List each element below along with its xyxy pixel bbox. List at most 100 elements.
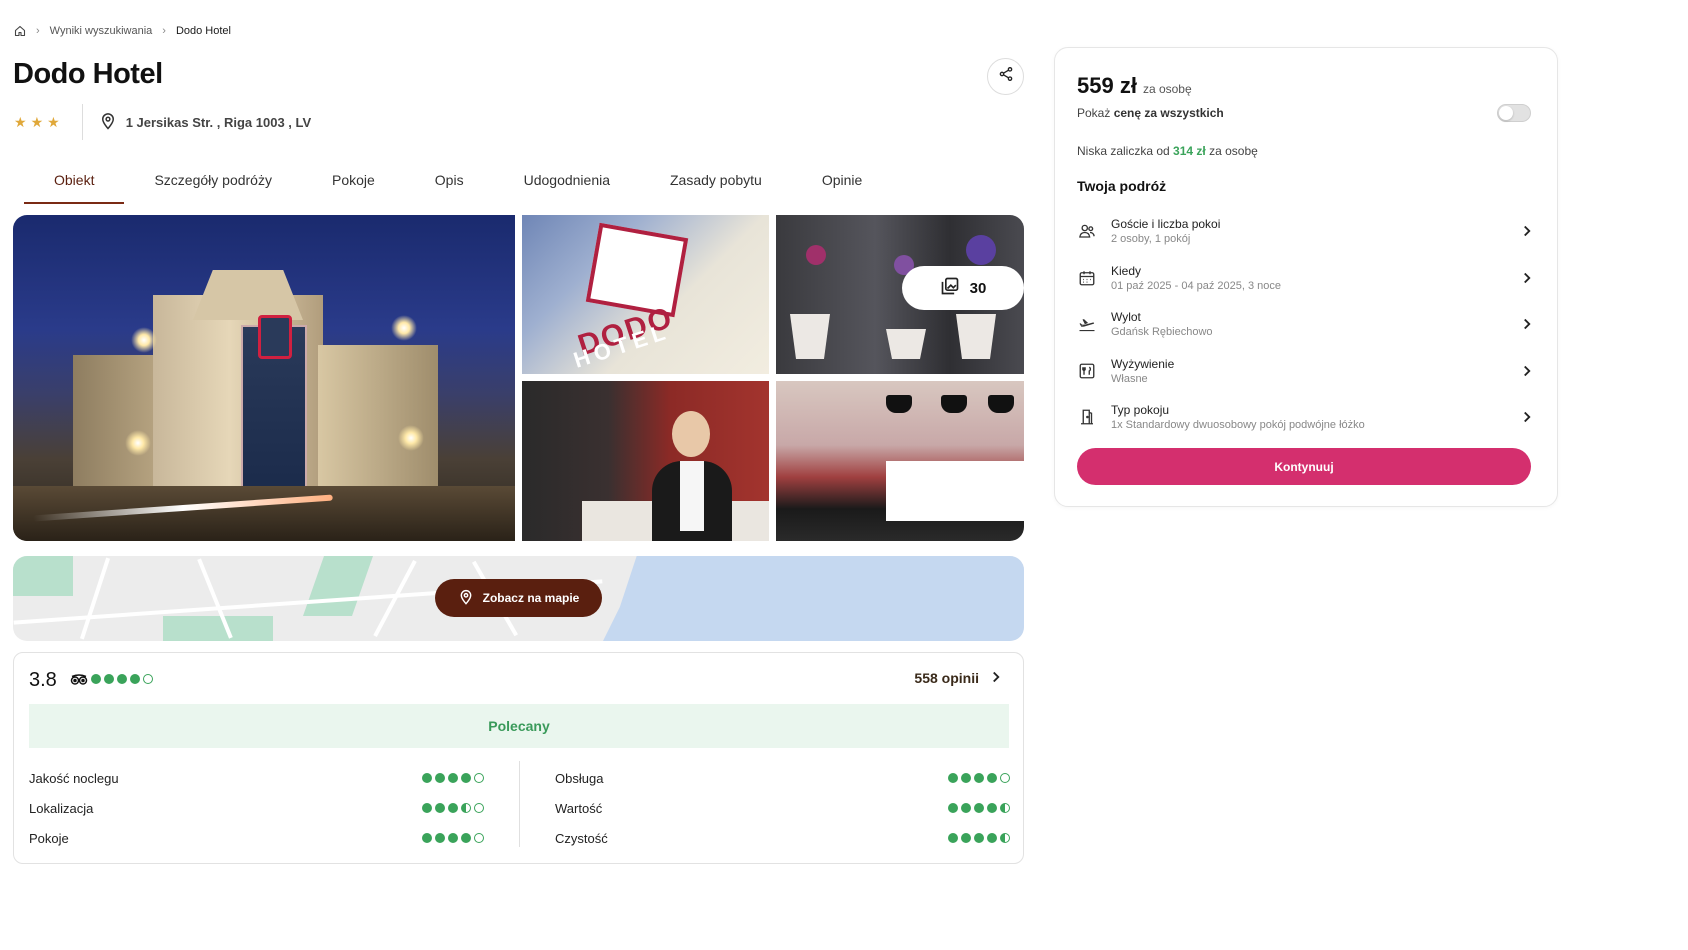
plane-departure-icon: [1077, 314, 1097, 334]
home-icon[interactable]: [14, 25, 26, 37]
trip-item-room-type[interactable]: Typ pokoju 1x Standardowy dwuosobowy pok…: [1077, 394, 1537, 441]
section-tabs: Obiekt Szczegóły podróży Pokoje Opis Udo…: [24, 160, 892, 204]
chevron-right-icon: [1517, 411, 1537, 423]
review-category: Pokoje: [29, 823, 484, 853]
trip-item-value: 01 paź 2025 - 04 paź 2025, 3 noce: [1111, 279, 1282, 292]
vase-shape: [956, 314, 996, 359]
trip-item-departure[interactable]: Wylot Gdańsk Rębiechowo: [1077, 301, 1537, 348]
chevron-right-icon: [1517, 365, 1537, 377]
trip-section-title: Twoja podróż: [1077, 178, 1167, 194]
review-category-bubbles: [422, 803, 484, 813]
review-category-bubbles: [422, 833, 484, 843]
rating-bubble: [987, 833, 997, 843]
flower-shape: [966, 235, 996, 265]
price-for-all-toggle[interactable]: [1497, 104, 1531, 122]
light-glow: [125, 430, 151, 456]
photo-reception-staff[interactable]: [522, 381, 769, 541]
map-road: [79, 557, 111, 640]
star-icon: ★: [47, 113, 60, 130]
deposit-suffix: za osobę: [1209, 144, 1258, 158]
review-category-label: Pokoje: [29, 830, 69, 846]
trip-details-list: Goście i liczba pokoi 2 osoby, 1 pokój K…: [1077, 208, 1537, 441]
rating-bubble: [974, 773, 984, 783]
tab-trip-details[interactable]: Szczegóły podróży: [124, 160, 302, 204]
trip-item-label: Typ pokoju: [1111, 403, 1170, 418]
photo-count: 30: [969, 279, 987, 297]
review-category-label: Obsługa: [555, 770, 604, 786]
rating-bubble: [474, 773, 484, 783]
review-categories-right: Obsługa Wartość Czystość: [555, 763, 1010, 853]
rating-bubble: [974, 803, 984, 813]
photo-hotel-sign[interactable]: DODO HOTEL: [522, 215, 769, 374]
tab-rooms[interactable]: Pokoje: [302, 160, 405, 204]
review-category-bubbles: [422, 773, 484, 783]
review-score: 3.8: [29, 669, 57, 691]
continue-button[interactable]: Kontynuuj: [1077, 448, 1531, 485]
tab-obiekt[interactable]: Obiekt: [24, 160, 125, 204]
rating-bubble: [461, 833, 471, 843]
calendar-icon: [1077, 268, 1097, 288]
trip-item-label: Goście i liczba pokoi: [1111, 217, 1221, 232]
review-categories-left: Jakość noclegu Lokalizacja Pokoje: [29, 763, 484, 853]
map-park: [13, 556, 73, 596]
price-for-all-prefix: Pokaż: [1077, 106, 1111, 120]
photo-reception-desk[interactable]: [776, 381, 1024, 541]
rating-bubble: [448, 773, 458, 783]
sign-shape: [585, 222, 689, 318]
view-on-map-button[interactable]: Zobacz na mapie: [435, 579, 602, 617]
rating-bubble: [91, 674, 101, 684]
rating-bubble: [435, 803, 445, 813]
building-shape: [73, 355, 163, 505]
review-category-bubbles: [948, 773, 1010, 783]
tab-reviews[interactable]: Opinie: [792, 160, 892, 204]
rating-bubble: [948, 773, 958, 783]
chevron-right-icon: [1517, 318, 1537, 330]
all-reviews-link[interactable]: 558 opinii: [914, 670, 1001, 686]
rating-bubble: [448, 833, 458, 843]
tab-house-rules[interactable]: Zasady pobytu: [640, 160, 792, 204]
deposit-amount: 314 zł: [1173, 144, 1206, 158]
review-category: Jakość noclegu: [29, 763, 484, 793]
price-unit: za osobę: [1142, 82, 1192, 96]
share-button[interactable]: [987, 58, 1024, 95]
rating-bubble: [1000, 773, 1010, 783]
rating-bubble: [1000, 833, 1010, 843]
photo-hotel-exterior[interactable]: [13, 215, 515, 541]
review-category-bubbles: [948, 833, 1010, 843]
vase-shape: [886, 329, 926, 359]
trip-item-meals[interactable]: Wyżywienie Własne: [1077, 348, 1537, 395]
light-glow: [398, 425, 424, 451]
view-on-map-label: Zobacz na mapie: [482, 591, 580, 605]
lamp-shape: [886, 395, 912, 413]
price-for-all-label: Pokaż cenę za wszystkich: [1077, 106, 1224, 120]
review-category-label: Czystość: [555, 830, 608, 846]
location-pin-icon: [458, 589, 474, 608]
rating-bubble: [143, 674, 153, 684]
lamp-shape: [988, 395, 1014, 413]
person-shape: [652, 407, 732, 541]
lamp-shape: [941, 395, 967, 413]
rating-bubble: [987, 773, 997, 783]
hotel-address: 1 Jersikas Str. , Riga 1003 , LV: [99, 112, 311, 133]
trip-item-dates[interactable]: Kiedy 01 paź 2025 - 04 paź 2025, 3 noce: [1077, 255, 1537, 302]
flower-shape: [806, 245, 826, 265]
breadcrumb-item-search-results[interactable]: Wyniki wyszukiwania: [50, 25, 153, 37]
show-all-photos-button[interactable]: 30: [902, 266, 1024, 310]
page-title: Dodo Hotel: [13, 58, 163, 90]
review-category-bubbles: [948, 803, 1010, 813]
deposit-prefix: Niska zaliczka od: [1077, 144, 1170, 158]
tab-description[interactable]: Opis: [405, 160, 494, 204]
map-park: [163, 616, 273, 641]
review-score-bubbles: [91, 674, 153, 684]
rating-bubble: [948, 803, 958, 813]
tab-amenities[interactable]: Udogodnienia: [494, 160, 640, 204]
review-category-label: Wartość: [555, 800, 603, 816]
rating-bubble: [422, 803, 432, 813]
trip-item-guests[interactable]: Goście i liczba pokoi 2 osoby, 1 pokój: [1077, 208, 1537, 255]
rating-bubble: [435, 833, 445, 843]
tripadvisor-icon: [70, 673, 88, 691]
rating-bubble: [422, 773, 432, 783]
review-category: Obsługa: [555, 763, 1010, 793]
map-water: [603, 556, 1024, 641]
review-category: Czystość: [555, 823, 1010, 853]
